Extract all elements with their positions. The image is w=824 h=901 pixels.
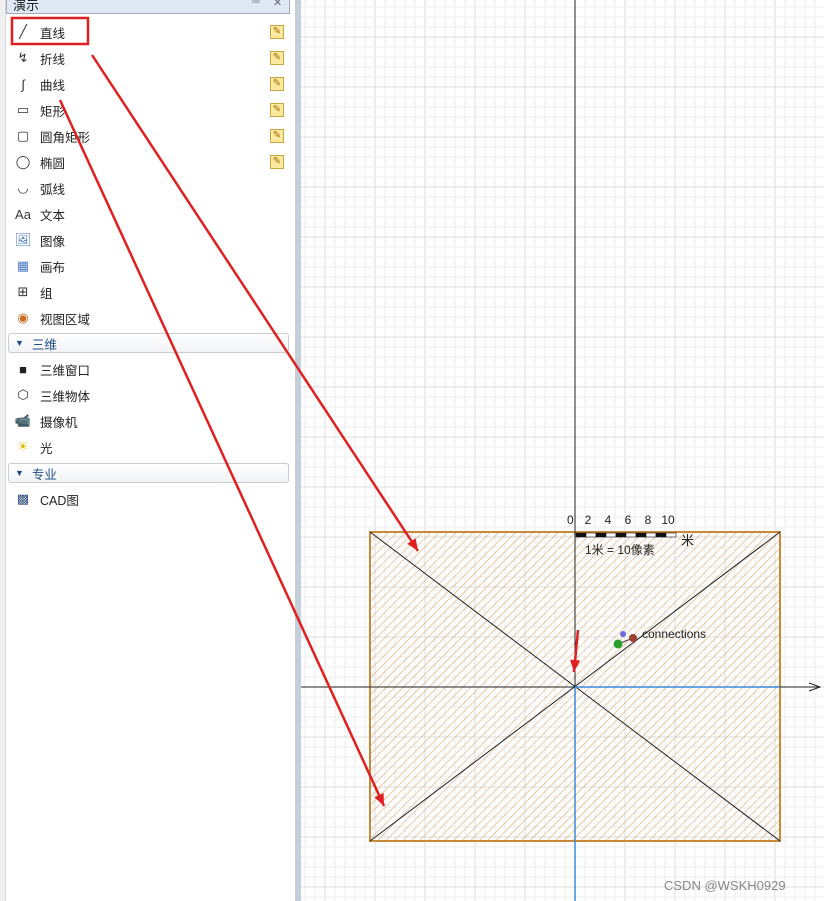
edit-pencil-icon[interactable]: ✎: [270, 155, 284, 169]
collapse-triangle-icon[interactable]: ▼: [15, 468, 24, 478]
section-label: 专业: [31, 467, 57, 482]
close-icon[interactable]: ✕: [273, 0, 282, 9]
scale-bar-segment: [635, 532, 647, 538]
section-header[interactable]: ▼ 三维: [8, 333, 289, 353]
palette-item[interactable]: ■ 三维窗口: [14, 357, 289, 381]
panel-title: 演示: [13, 0, 40, 13]
left-panel-edge: [0, 0, 6, 901]
scale-bar-segment: [615, 532, 627, 538]
scale-bar-segment: [595, 532, 607, 538]
scale-bar-segment: [575, 532, 587, 538]
palette-item[interactable]: ⬡ 三维物体: [14, 383, 289, 407]
palette-item-label: 三维窗口: [40, 363, 91, 378]
palette-item-label: 三维物体: [40, 389, 91, 404]
image-icon: 🖼: [14, 232, 32, 247]
palette-item[interactable]: ▦ 画布: [14, 254, 289, 278]
palette-item[interactable]: 📹 摄像机: [14, 409, 289, 433]
palette-item[interactable]: ∫ 曲线: [14, 72, 289, 96]
rounded-rectangle-icon: ▢: [16, 128, 30, 143]
edit-pencil-icon[interactable]: ✎: [270, 25, 284, 39]
edit-pencil-icon[interactable]: ✎: [270, 51, 284, 65]
palette-item[interactable]: ▢ 圆角矩形: [14, 124, 289, 148]
palette-item-label: 视图区域: [40, 312, 91, 327]
scale-text: 1米 = 10像素: [585, 543, 655, 557]
watermark: CSDN @WSKH0929: [664, 878, 786, 893]
palette-item[interactable]: ↯ 折线: [14, 46, 289, 70]
scale-bar-segment: [665, 532, 677, 538]
connection-node-icon: [613, 639, 623, 649]
line-icon: ╱: [19, 24, 27, 39]
scale-unit: 米: [681, 533, 694, 548]
palette-item-label: 光: [40, 441, 53, 456]
collapse-triangle-icon[interactable]: ▼: [15, 338, 24, 348]
rectangle-icon: ▭: [16, 102, 30, 117]
palette-item[interactable]: ◯ 椭圆: [14, 150, 289, 174]
drawing-canvas[interactable]: 0 2 4 6 8 10 米 1米 = 10像素 connections: [301, 0, 824, 901]
palette-item[interactable]: ◉ 视图区域: [14, 306, 289, 330]
palette-panel: 演示 ▫▫ ✕ ╱ 直线 ✎ ↯ 折线 ✎ ∫ 曲线 ✎ ▭ 矩形 ✎ ▢ 圆角矩形 ✎ ◯ 椭圆 ✎ ◡ 弧线 Aa 文…: [0, 0, 296, 901]
scale-tick-label: 2: [585, 513, 592, 527]
section-header[interactable]: ▼ 专业: [8, 463, 289, 483]
canvas-icon: ▦: [16, 258, 30, 273]
palette-item-label: 折线: [40, 52, 66, 67]
palette-item-label: 图像: [40, 234, 66, 249]
ellipse-icon: ◯: [15, 154, 31, 169]
palette-item[interactable]: ▩ CAD图: [14, 487, 289, 511]
edit-pencil-icon[interactable]: ✎: [270, 103, 284, 117]
edit-pencil-icon[interactable]: ✎: [270, 77, 284, 91]
view-area-icon: ◉: [17, 310, 29, 325]
palette-item-label: 弧线: [40, 182, 66, 197]
palette-item-label: 直线: [40, 26, 66, 41]
palette-item[interactable]: Aa 文本: [14, 202, 289, 226]
palette-item[interactable]: ╱ 直线: [14, 20, 289, 44]
group-icon: ⊞: [17, 284, 29, 299]
scale-bar-segment: [655, 532, 667, 538]
connections-label: connections: [642, 627, 706, 641]
panel-header: 演示 ▫▫ ✕: [6, 0, 290, 14]
palette-item[interactable]: ▭ 矩形: [14, 98, 289, 122]
scale-bar-segment: [625, 532, 637, 538]
palette-item[interactable]: ◡ 弧线: [14, 176, 289, 200]
camera-icon: 📹: [14, 413, 32, 428]
palette-item-label: CAD图: [40, 493, 79, 508]
scale-tick-label: 10: [661, 513, 675, 527]
edit-pencil-icon[interactable]: ✎: [270, 129, 284, 143]
palette-item-label: 组: [40, 286, 53, 301]
curve-icon: ∫: [21, 76, 25, 92]
palette-item-label: 圆角矩形: [40, 130, 91, 145]
3d-window-icon: ■: [19, 361, 27, 377]
palette-item-label: 曲线: [40, 78, 66, 93]
palette-item-label: 摄像机: [40, 415, 78, 430]
section-label: 三维: [31, 337, 57, 352]
palette-item[interactable]: ⊞ 组: [14, 280, 289, 304]
connection-node-icon: [620, 631, 626, 637]
cad-icon: ▩: [16, 491, 30, 506]
scale-bar-segment: [605, 532, 617, 538]
text-icon: Aa: [15, 206, 31, 222]
palette-item-label: 画布: [40, 260, 66, 275]
palette-item[interactable]: 🖼 图像: [14, 228, 289, 252]
scale-bar-segment: [645, 532, 657, 538]
scale-tick-label: 4: [605, 513, 612, 527]
arc-icon: ◡: [17, 180, 29, 195]
light-icon: ☀: [17, 439, 29, 454]
palette-item-label: 文本: [40, 208, 66, 223]
palette-item-label: 矩形: [40, 104, 66, 119]
scale-tick-label: 8: [645, 513, 652, 527]
maximize-icon[interactable]: ▫▫: [252, 0, 260, 8]
palette-item[interactable]: ☀ 光: [14, 435, 289, 459]
3d-object-icon: ⬡: [17, 387, 29, 402]
polyline-icon: ↯: [17, 50, 29, 65]
scale-tick-label: 0: [567, 513, 574, 527]
scale-tick-label: 6: [625, 513, 632, 527]
palette-item-label: 椭圆: [40, 156, 66, 171]
connection-node-icon: [629, 634, 637, 642]
scale-bar-segment: [585, 532, 597, 538]
